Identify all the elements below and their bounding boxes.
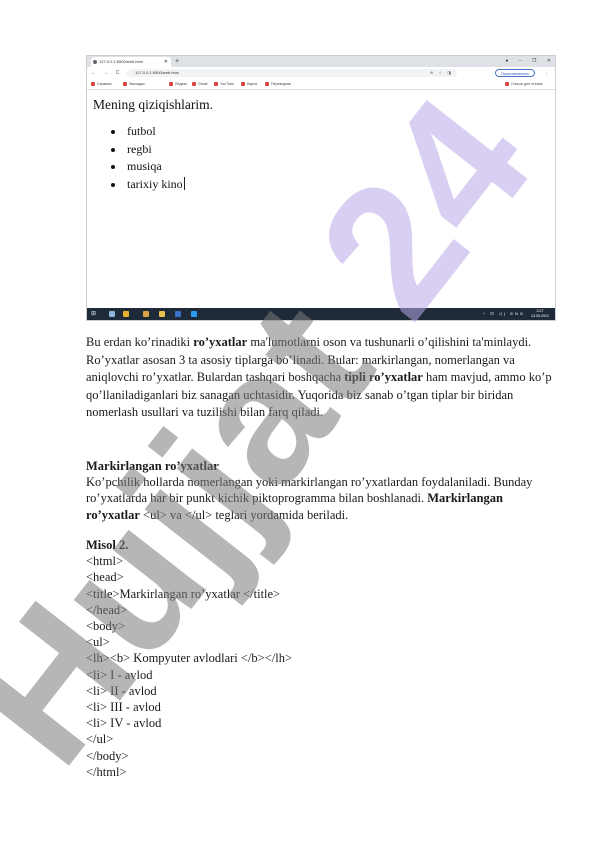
code-line: <ul>: [86, 635, 110, 650]
vscode-icon[interactable]: [191, 311, 197, 317]
code-line: </html>: [86, 764, 127, 779]
browser-tab[interactable]: 127.0.0.1:5500/web.html ✕: [91, 57, 171, 67]
code-line: <li> III - avlod: [86, 700, 161, 715]
web-page-viewport: Mening qiziqishlarim. futbol regbi musiq…: [87, 90, 555, 309]
bold-term: tipli ro’yxatlar: [344, 370, 423, 384]
list-item: regbi: [125, 141, 185, 159]
address-bar[interactable]: 127.0.0.1:5500/web.html ⊕ ☆ ◨: [127, 69, 457, 77]
code-line: <body>: [86, 619, 126, 634]
windows-taskbar: ⊞ ^ ⊡ ◁) ENG 3:27 13.05.2021: [87, 308, 555, 320]
omnibox-icons[interactable]: ⊕ ☆ ◨: [430, 69, 453, 77]
account-icon[interactable]: ●: [505, 58, 508, 64]
favicon-icon: [93, 60, 97, 64]
profile-button[interactable]: Приостановлено: [495, 69, 535, 77]
browser-screenshot: 127.0.0.1:5500/web.html ✕ + ● – ❐ ✕ ← → …: [86, 55, 556, 321]
code-line: <lh><b> Kompyuter avlodlari </b></lh>: [86, 651, 293, 666]
reading-list-button[interactable]: Список для чтения: [505, 79, 543, 89]
new-tab-button[interactable]: +: [175, 57, 179, 66]
code-line: <title>Markirlangan ro’yxatlar </title>: [86, 586, 281, 601]
bookmark-item[interactable]: Карты: [241, 79, 257, 89]
bookmark-item[interactable]: Переводчик: [265, 79, 291, 89]
start-icon[interactable]: ⊞: [91, 311, 96, 317]
menu-icon[interactable]: ⋮: [544, 67, 549, 79]
chrome-icon[interactable]: [123, 311, 129, 317]
maximize-button[interactable]: ❐: [532, 58, 536, 64]
tab-title: 127.0.0.1:5500/web.html: [99, 59, 143, 64]
taskbar-clock[interactable]: 3:27 13.05.2021: [531, 309, 549, 319]
code-line: </body>: [86, 748, 129, 763]
text-run: Bu erdan ko’rinadiki: [86, 335, 194, 349]
bookmark-item[interactable]: Сервисы: [91, 79, 112, 89]
code-line: <li> I - avlod: [86, 667, 153, 682]
list-item: musiqa: [125, 158, 185, 176]
list-item: tarixiy kino: [125, 176, 185, 194]
paragraph-lists-intro: Bu erdan ko’rinadiki ro’yxatlar ma'lumot…: [86, 334, 556, 422]
bookmark-item[interactable]: YouTube: [214, 79, 234, 89]
window-controls: ● – ❐ ✕: [496, 56, 551, 67]
example-heading: Misol 2.: [86, 538, 129, 552]
paragraph-bulleted-lists: Markirlangan ro’yxatlar Ko’pchilik hollar…: [86, 458, 556, 523]
address-text[interactable]: 127.0.0.1:5500/web.html: [135, 70, 179, 75]
code-line: </head>: [86, 602, 128, 617]
folder-icon[interactable]: [143, 311, 149, 317]
text-run: <ul> va </ul> teglari yordamida beriladi…: [139, 507, 349, 522]
code-line: <html>: [86, 554, 124, 569]
interests-list: futbol regbi musiqa tarixiy kino: [109, 123, 185, 193]
address-row: ← → C ⌂ 127.0.0.1:5500/web.html ⊕ ☆ ◨ Пр…: [87, 67, 555, 79]
clock-date: 13.05.2021: [531, 314, 549, 318]
bold-term: ro’yxatlar: [193, 335, 248, 349]
minimize-button[interactable]: –: [519, 58, 522, 64]
bookmark-item[interactable]: Яндекс: [169, 79, 187, 89]
web-page-title: Mening qiziqishlarim.: [93, 97, 213, 112]
bookmark-item[interactable]: Gmail: [192, 79, 207, 89]
explorer-icon[interactable]: [159, 311, 165, 317]
code-line: <head>: [86, 570, 124, 585]
text-cursor: [183, 176, 185, 190]
close-tab-icon[interactable]: ✕: [164, 57, 168, 67]
search-icon[interactable]: [109, 311, 115, 317]
close-window-button[interactable]: ✕: [547, 58, 551, 64]
code-line: </ul>: [86, 732, 114, 747]
system-tray[interactable]: ^ ⊡ ◁) ENG: [483, 308, 525, 320]
list-item: futbol: [125, 123, 185, 141]
bookmark-item[interactable]: Закладки: [123, 79, 145, 89]
section-heading: Markirlangan ro’yxatlar: [86, 459, 219, 473]
list-item-text: tarixiy kino: [127, 176, 183, 191]
code-example: Misol 2. <html> <head> <title>Markirlang…: [86, 537, 556, 780]
code-line: <li> IV - avlod: [86, 716, 162, 731]
word-icon[interactable]: [175, 311, 181, 317]
code-line: <li> II - avlod: [86, 683, 157, 698]
browser-tab-bar: 127.0.0.1:5500/web.html ✕ + ● – ❐ ✕: [87, 56, 555, 67]
bookmarks-bar: Сервисы Закладки Яндекс Gmail YouTube Ка…: [87, 79, 555, 90]
